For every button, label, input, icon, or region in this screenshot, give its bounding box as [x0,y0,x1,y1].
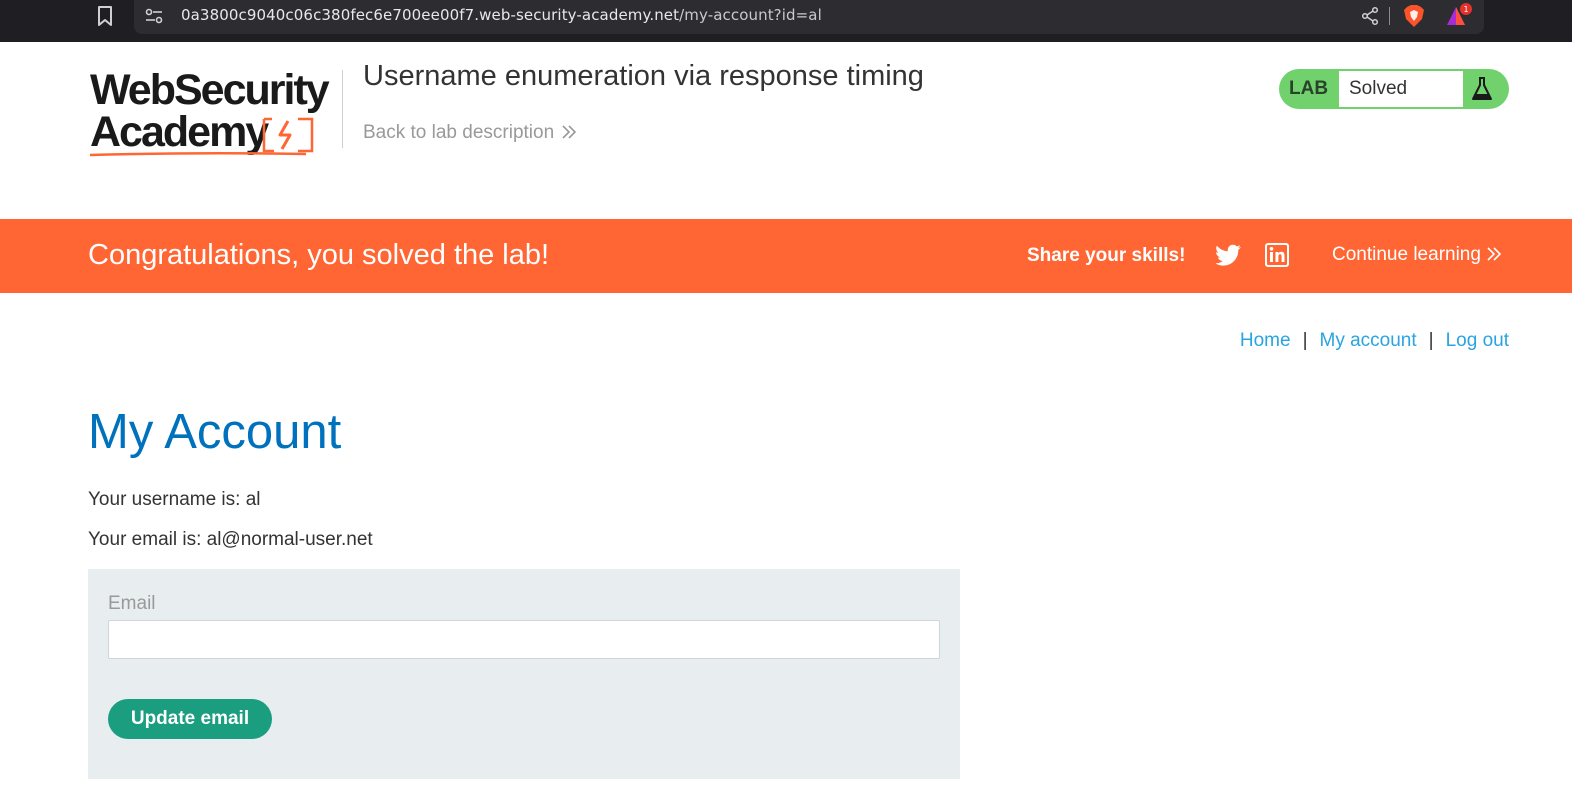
update-email-button[interactable]: Update email [108,699,272,739]
lab-header: WebSecurity Academy Username enumeration… [0,42,1572,219]
continue-learning-link[interactable]: Continue learning [1332,244,1503,266]
brave-rewards-icon[interactable]: 1 [1445,2,1475,30]
nav-log-out-link[interactable]: Log out [1446,330,1509,351]
url-path: /my-account?id=al [679,6,822,24]
lab-status-box: Solved [1339,71,1463,107]
lab-label: LAB [1289,78,1329,99]
logo-text-line2: Academy [90,108,269,156]
nav-home-link[interactable]: Home [1240,330,1291,351]
rewards-badge-count: 1 [1463,5,1468,14]
linkedin-icon[interactable] [1265,243,1289,267]
email-label: Email [108,593,156,614]
header-divider [342,70,343,148]
url-text[interactable]: 0a3800c9040c06c380fec6e700ee00f7.web-sec… [181,6,822,24]
double-chevron-right-icon [562,125,577,139]
logo-underline [89,151,307,157]
brave-shields-icon[interactable] [1403,4,1425,28]
double-chevron-right-icon [1487,247,1502,261]
browser-toolbar: 0a3800c9040c06c380fec6e700ee00f7.web-sec… [0,0,1572,42]
toolbar-divider [1389,7,1390,25]
lab-status-widget: LAB Solved [1279,69,1509,109]
flask-icon [1472,77,1492,100]
congratulations-message: Congratulations, you solved the lab! [88,239,550,271]
nav-my-account-link[interactable]: My account [1320,330,1417,351]
page-title: My Account [88,405,342,459]
share-icon[interactable] [1360,6,1380,26]
web-security-academy-logo[interactable]: WebSecurity Academy [88,67,340,159]
nav-separator: | [1302,330,1308,351]
top-navigation: Home | My account | Log out [1240,330,1509,352]
nav-separator: | [1428,330,1434,351]
url-host: 0a3800c9040c06c380fec6e700ee00f7.web-sec… [181,6,680,24]
change-email-form: Email Update email [88,569,960,779]
back-link-label: Back to lab description [363,122,555,143]
email-input[interactable] [108,620,940,659]
lab-status-text: Solved [1349,78,1408,99]
twitter-icon[interactable] [1216,244,1242,266]
bookmark-icon[interactable] [95,5,115,27]
logo-text-line1: WebSecurity [90,66,330,114]
lab-title: Username enumeration via response timing [363,60,924,92]
email-text: Your email is: al@normal-user.net [88,529,373,550]
share-skills-label: Share your skills! [1027,245,1186,266]
continue-learning-label: Continue learning [1332,244,1481,265]
back-to-lab-description-link[interactable]: Back to lab description [363,122,578,144]
lab-solved-banner: Congratulations, you solved the lab! Sha… [0,219,1572,293]
username-text: Your username is: al [88,489,261,510]
site-info-icon[interactable] [144,7,164,25]
